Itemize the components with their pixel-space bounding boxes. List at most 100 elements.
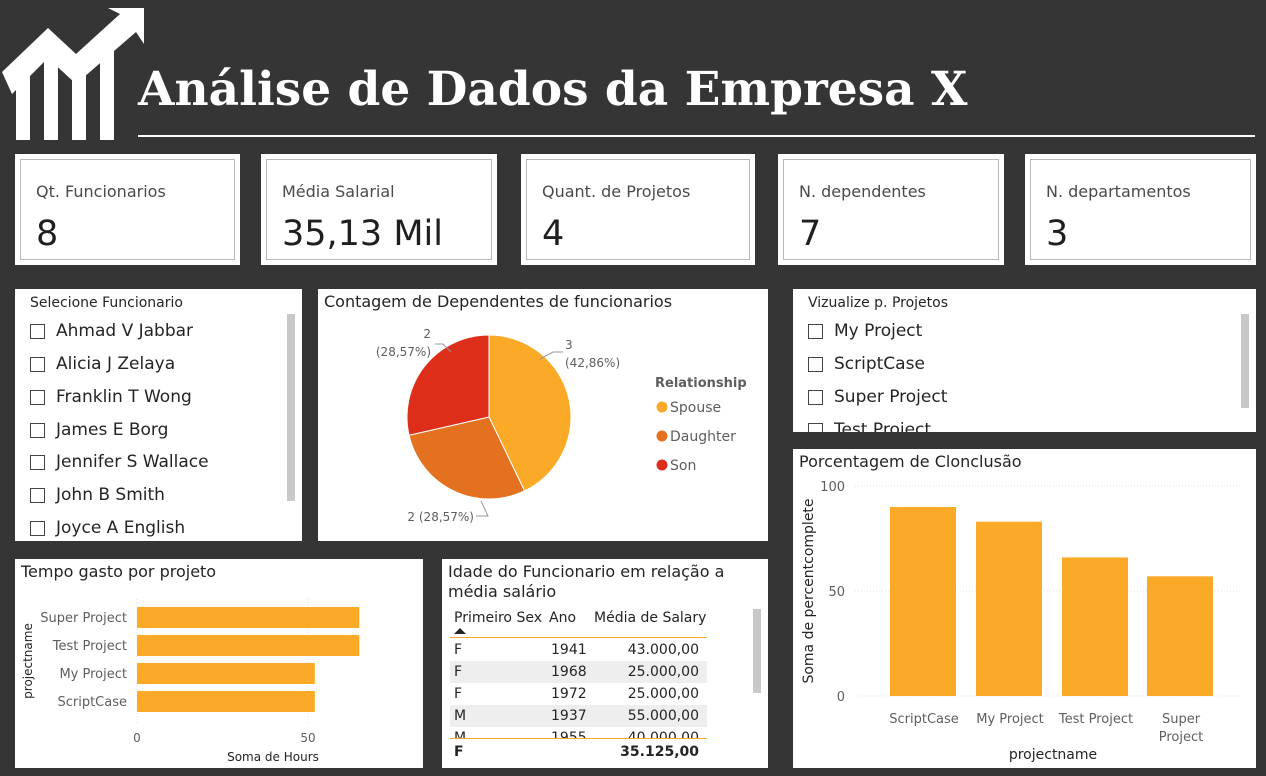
page-title: Análise de Dados da Empresa X (138, 62, 968, 117)
checkbox[interactable] (808, 389, 823, 405)
bar-super-project (1147, 576, 1213, 696)
kpi-label: Quant. de Projetos (542, 182, 691, 201)
checkbox[interactable] (30, 356, 45, 372)
kpi-value: 7 (799, 214, 822, 254)
completion-chart-panel: Porcentagem de Clonclusão 0 50 100 ScriptCa… (793, 449, 1256, 768)
legend-item: Spouse (670, 400, 721, 416)
kpi-card-projects: Quant. de Projetos 4 (521, 154, 755, 265)
scrollbar[interactable] (753, 609, 761, 693)
slicer-item-project[interactable]: ScriptCase (808, 353, 925, 375)
data-label: 2 (28,57%) (407, 510, 474, 524)
scrollbar[interactable] (1241, 314, 1249, 408)
column-header-salary[interactable]: Média de Salary (594, 610, 706, 626)
leader-line (476, 500, 489, 517)
checkbox[interactable] (30, 389, 45, 405)
column-header-year[interactable]: Ano (549, 610, 576, 626)
completion-bar-chart: 0 50 100 ScriptCase My Project Test Project Su… (801, 480, 1241, 763)
table-row: M 1937 55.000,00 (450, 705, 707, 727)
slicer-item-employee[interactable]: James E Borg (30, 419, 168, 441)
kpi-value: 4 (542, 214, 565, 254)
checkbox[interactable] (30, 454, 45, 470)
hours-bar-chart: 0 50 Super Project Test Project My Project Sc… (21, 599, 360, 764)
data-label: (28,57%) (376, 345, 431, 359)
kpi-card-average-salary: Média Salarial 35,13 Mil (261, 154, 497, 265)
slicer-item-employee[interactable]: Ahmad V Jabbar (30, 320, 193, 342)
bar-scriptcase (890, 507, 956, 696)
table-row: F 1941 43.000,00 (454, 642, 699, 658)
kpi-value: 8 (36, 214, 59, 254)
slicer-item-employee[interactable]: John B Smith (30, 484, 165, 506)
age-salary-table-panel: Idade do Funcionario em relação a média … (442, 559, 768, 768)
bar-scriptcase (137, 691, 315, 712)
hours-chart-panel: Tempo gasto por projeto 0 50 Super Project… (15, 559, 423, 768)
y-tick-label: 0 (837, 690, 845, 705)
trend-chart-logo-icon (2, 8, 144, 140)
y-tick-label: 50 (828, 585, 845, 600)
bar-test-project (137, 635, 360, 656)
bar-my-project (137, 663, 315, 684)
x-tick-label: Project (1159, 730, 1203, 745)
slicer-item-project[interactable]: Super Project (808, 386, 947, 408)
legend-marker (656, 459, 668, 471)
y-tick-label: ScriptCase (57, 695, 127, 710)
slicer-item-project[interactable]: Test Project (808, 419, 931, 432)
kpi-card-dependents: N. dependentes 7 (778, 154, 1004, 265)
x-tick-label: ScriptCase (889, 712, 959, 727)
kpi-card-departments: N. departamentos 3 (1025, 154, 1256, 265)
checkbox[interactable] (30, 323, 45, 339)
x-tick-label: Super (1162, 712, 1201, 727)
slicer-item-employee[interactable]: Alicia J Zelaya (30, 353, 175, 375)
y-tick-label: Test Project (52, 639, 127, 654)
table-title-line2: média salário (448, 582, 557, 601)
data-label: 2 (423, 327, 431, 341)
sort-ascending-icon (454, 628, 466, 634)
checkbox[interactable] (808, 356, 823, 372)
bar-test-project (1062, 557, 1128, 696)
x-axis-title: projectname (1009, 747, 1097, 763)
pie-chart: 3 (42,86%) 2 (28,57%) 2 (28,57%) Relationship… (376, 327, 747, 524)
x-tick-label: My Project (976, 712, 1044, 727)
total-divider (450, 738, 707, 739)
checkbox[interactable] (808, 422, 823, 432)
kpi-label: Qt. Funcionarios (36, 182, 166, 201)
y-tick-label: My Project (59, 667, 127, 682)
table-total-row: F 35.125,00 (454, 744, 699, 760)
bar-my-project (976, 521, 1042, 696)
x-tick-label: 50 (300, 731, 315, 745)
kpi-card-employees: Qt. Funcionarios 8 (15, 154, 240, 265)
table-row-clipped: M 1955 40.000,00 (454, 730, 699, 738)
data-label: 3 (565, 338, 573, 352)
y-tick-label: 100 (820, 480, 845, 495)
y-axis-title: Soma de percentcomplete (801, 498, 817, 683)
legend-item: Daughter (670, 429, 736, 445)
x-tick-label: 0 (133, 731, 141, 745)
data-label: (42,86%) (565, 356, 620, 370)
project-slicer: Vizualize p. Projetos My Project ScriptC… (793, 289, 1256, 432)
legend-title: Relationship (655, 376, 747, 391)
employee-slicer: Selecione Funcionario Ahmad V Jabbar Ali… (15, 289, 302, 541)
legend-item: Son (670, 458, 696, 474)
column-header-sex[interactable]: Primeiro Sex (454, 610, 542, 626)
kpi-value: 3 (1046, 214, 1069, 254)
checkbox[interactable] (808, 323, 823, 339)
kpi-label: Média Salarial (282, 182, 395, 201)
legend-marker (656, 401, 668, 413)
checkbox[interactable] (30, 422, 45, 438)
table-row: F 1968 25.000,00 (450, 661, 707, 683)
title-divider (138, 135, 1255, 137)
table-row: F 1972 25.000,00 (454, 686, 699, 702)
table-title-line1: Idade do Funcionario em relação a (448, 562, 725, 581)
checkbox[interactable] (30, 487, 45, 503)
x-tick-label: Test Project (1058, 712, 1133, 727)
scrollbar[interactable] (287, 314, 295, 501)
checkbox[interactable] (30, 520, 45, 536)
y-tick-label: Super Project (40, 611, 127, 626)
slicer-item-employee[interactable]: Franklin T Wong (30, 386, 192, 408)
kpi-value: 35,13 Mil (282, 214, 443, 254)
slicer-item-employee[interactable]: Joyce A English (30, 517, 185, 539)
bar-super-project (137, 607, 360, 628)
y-axis-title: projectname (21, 623, 35, 699)
slicer-item-project[interactable]: My Project (808, 320, 922, 342)
slicer-title: Vizualize p. Projetos (808, 295, 948, 311)
slicer-item-employee[interactable]: Jennifer S Wallace (30, 451, 209, 473)
